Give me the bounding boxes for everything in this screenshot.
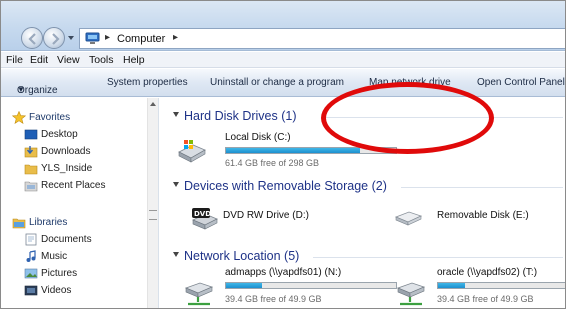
navigation-pane: Favorites Desktop Downloads YLS_Inside R… [1, 98, 159, 308]
svg-text:DVD: DVD [194, 210, 211, 218]
chevron-down-icon: ▼ [17, 85, 25, 94]
back-arrow-icon [28, 33, 36, 45]
removable-disk-icon [394, 211, 423, 226]
menu-help[interactable]: Help [123, 54, 145, 66]
documents-icon [25, 233, 37, 246]
breadcrumb-separator-icon[interactable]: ▸ [173, 32, 178, 43]
drive-name: oracle (\\yapdfs02) (T:) [437, 267, 538, 278]
star-icon [12, 111, 26, 124]
menu-view[interactable]: View [57, 54, 80, 66]
nav-libraries-label: Libraries [29, 217, 68, 228]
menu-tools[interactable]: Tools [89, 54, 114, 66]
nav-desktop-label: Desktop [41, 129, 78, 140]
music-icon [26, 250, 36, 262]
address-field[interactable]: ▸ Computer ▸ [79, 28, 565, 49]
nav-documents-label: Documents [41, 234, 92, 245]
group-divider [313, 257, 563, 258]
explorer-window: ▸ Computer ▸ File Edit View Tools Help O… [0, 0, 566, 309]
drive-name: admapps (\\yapdfs01) (N:) [225, 267, 342, 278]
forward-arrow-icon [52, 33, 60, 45]
drive-usage-fill [226, 148, 361, 153]
group-header-removable-label: Devices with Removable Storage (2) [184, 179, 387, 193]
collapse-triangle-icon[interactable] [173, 182, 179, 187]
nav-recent-places-label: Recent Places [41, 180, 106, 191]
drive-name: DVD RW Drive (D:) [223, 210, 309, 221]
nav-yls-inside-label: YLS_Inside [41, 163, 93, 174]
group-header-network[interactable]: Network Location (5) [173, 249, 563, 263]
recent-pages-dropdown-icon[interactable] [67, 34, 75, 42]
dvd-drive-icon: DVD [192, 208, 218, 230]
system-properties-button[interactable]: System properties [107, 77, 188, 88]
scrollbar-grip[interactable] [149, 210, 157, 220]
drive-usage-bar [225, 282, 397, 289]
computer-icon [85, 32, 100, 44]
network-drive-icon [396, 282, 426, 306]
group-header-hard-disk-label: Hard Disk Drives (1) [184, 109, 297, 123]
group-header-network-label: Network Location (5) [184, 249, 300, 263]
group-divider [401, 187, 563, 188]
videos-icon [24, 285, 38, 296]
menu-file[interactable]: File [6, 54, 23, 66]
annotation-ellipse [321, 82, 494, 154]
drive-item-admapps-n[interactable]: admapps (\\yapdfs01) (N:) 39.4 GB free o… [183, 266, 397, 308]
nav-favorites-label: Favorites [29, 112, 71, 123]
drive-name: Removable Disk (E:) [437, 210, 529, 221]
nav-pane-scrollbar[interactable] [147, 98, 158, 308]
uninstall-program-button[interactable]: Uninstall or change a program [210, 77, 344, 88]
drive-usage-bar [437, 282, 565, 289]
nav-music-label: Music [41, 251, 68, 262]
drive-free-space: 61.4 GB free of 298 GB [225, 158, 320, 168]
back-button[interactable] [21, 27, 43, 49]
breadcrumb-separator-icon[interactable]: ▸ [105, 32, 110, 43]
menu-edit[interactable]: Edit [30, 54, 48, 66]
drive-name: Local Disk (C:) [225, 132, 291, 143]
downloads-folder-icon [24, 146, 38, 158]
command-bar: Organize ▼ System properties Uninstall o… [1, 69, 565, 97]
windows-hard-drive-icon [178, 140, 206, 163]
drive-free-space: 39.4 GB free of 49.9 GB [225, 294, 322, 304]
drive-free-space: 39.4 GB free of 49.9 GB [437, 294, 534, 304]
recent-places-icon [24, 181, 38, 192]
group-header-removable[interactable]: Devices with Removable Storage (2) [173, 179, 563, 193]
nav-downloads-label: Downloads [41, 146, 91, 157]
nav-videos-label: Videos [41, 285, 72, 296]
open-control-panel-button[interactable]: Open Control Panel [477, 77, 565, 88]
drive-usage-fill [438, 283, 465, 288]
network-drive-icon [184, 282, 214, 306]
folder-icon [24, 164, 38, 175]
drive-item-removable-e[interactable]: Removable Disk (E:) [393, 202, 565, 236]
forward-button[interactable] [43, 27, 65, 49]
collapse-triangle-icon[interactable] [173, 112, 179, 117]
collapse-triangle-icon[interactable] [173, 252, 179, 257]
menu-bar: File Edit View Tools Help [1, 52, 565, 68]
breadcrumb-computer[interactable]: Computer [117, 33, 165, 45]
drive-usage-fill [226, 283, 262, 288]
address-bar-region: ▸ Computer ▸ [1, 1, 565, 51]
scroll-up-arrow-icon[interactable] [150, 102, 156, 106]
nav-pictures-label: Pictures [41, 268, 78, 279]
libraries-icon [12, 218, 26, 229]
drive-item-oracle-t[interactable]: oracle (\\yapdfs02) (T:) 39.4 GB free of… [395, 266, 565, 308]
drive-item-dvd-rw-d[interactable]: DVD DVD RW Drive (D:) [189, 202, 329, 236]
pictures-icon [24, 268, 38, 279]
desktop-icon [24, 129, 38, 140]
